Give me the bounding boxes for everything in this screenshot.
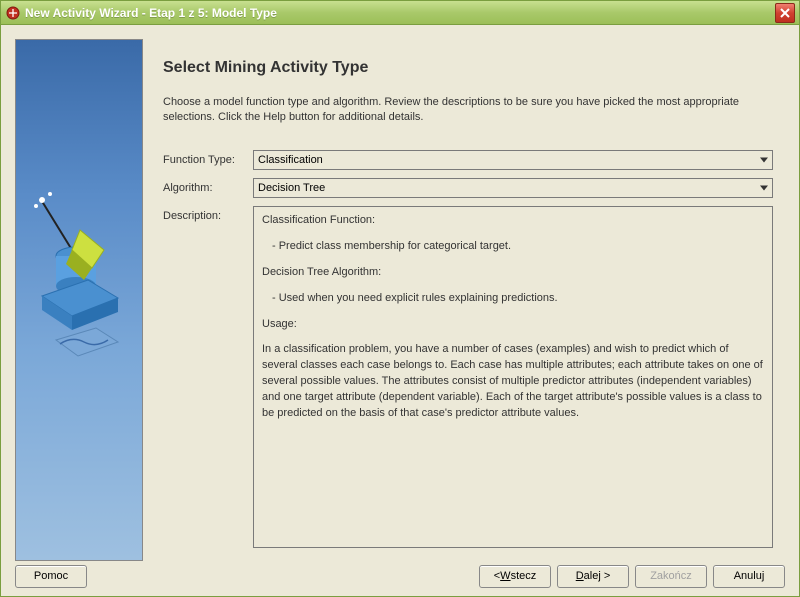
chevron-down-icon	[760, 185, 768, 190]
description-label: Description:	[163, 206, 253, 222]
desc-heading-function: Classification Function:	[262, 213, 764, 229]
desc-heading-algorithm: Decision Tree Algorithm:	[262, 265, 764, 281]
close-icon	[780, 8, 790, 18]
window-title: New Activity Wizard - Etap 1 z 5: Model …	[25, 6, 775, 20]
function-type-row: Function Type: Classification	[163, 150, 773, 170]
content-area: Select Mining Activity Type Choose a mod…	[1, 25, 799, 556]
desc-line-function: - Predict class membership for categoric…	[262, 239, 764, 255]
back-rest: stecz	[511, 570, 537, 582]
algorithm-select[interactable]: Decision Tree	[253, 178, 773, 198]
algorithm-row: Algorithm: Decision Tree	[163, 178, 773, 198]
wizard-sidebar	[15, 39, 143, 561]
page-heading: Select Mining Activity Type	[163, 59, 773, 77]
desc-line-algorithm: - Used when you need explicit rules expl…	[262, 291, 764, 307]
function-type-select[interactable]: Classification	[253, 150, 773, 170]
page-intro: Choose a model function type and algorit…	[163, 95, 773, 126]
titlebar: New Activity Wizard - Etap 1 z 5: Model …	[1, 1, 799, 25]
help-button-label: Pomoc	[34, 570, 68, 582]
app-icon	[5, 5, 21, 21]
close-button[interactable]	[775, 3, 795, 23]
desc-body-usage: In a classification problem, you have a …	[262, 342, 764, 422]
chevron-down-icon	[760, 157, 768, 162]
main-panel: Select Mining Activity Type Choose a mod…	[143, 39, 785, 556]
cancel-button[interactable]: Anuluj	[713, 565, 785, 588]
finish-button: Zakończ	[635, 565, 707, 588]
wizard-graphic	[32, 190, 128, 370]
description-box: Classification Function: - Predict class…	[253, 206, 773, 548]
function-type-value: Classification	[258, 154, 323, 166]
desc-heading-usage: Usage:	[262, 317, 764, 333]
finish-button-label: Zakończ	[650, 570, 692, 582]
back-button[interactable]: < Wstecz	[479, 565, 551, 588]
algorithm-label: Algorithm:	[163, 182, 253, 194]
algorithm-value: Decision Tree	[258, 182, 325, 194]
description-row: Description: Classification Function: - …	[163, 206, 773, 548]
button-bar: Pomoc < Wstecz Dalej > Zakończ Anuluj	[1, 556, 799, 596]
back-accel: W	[500, 570, 510, 582]
next-accel: D	[576, 570, 584, 582]
next-rest: alej >	[584, 570, 611, 582]
wizard-window: New Activity Wizard - Etap 1 z 5: Model …	[0, 0, 800, 597]
function-type-label: Function Type:	[163, 154, 253, 166]
next-button[interactable]: Dalej >	[557, 565, 629, 588]
help-button[interactable]: Pomoc	[15, 565, 87, 588]
cancel-button-label: Anuluj	[734, 570, 765, 582]
